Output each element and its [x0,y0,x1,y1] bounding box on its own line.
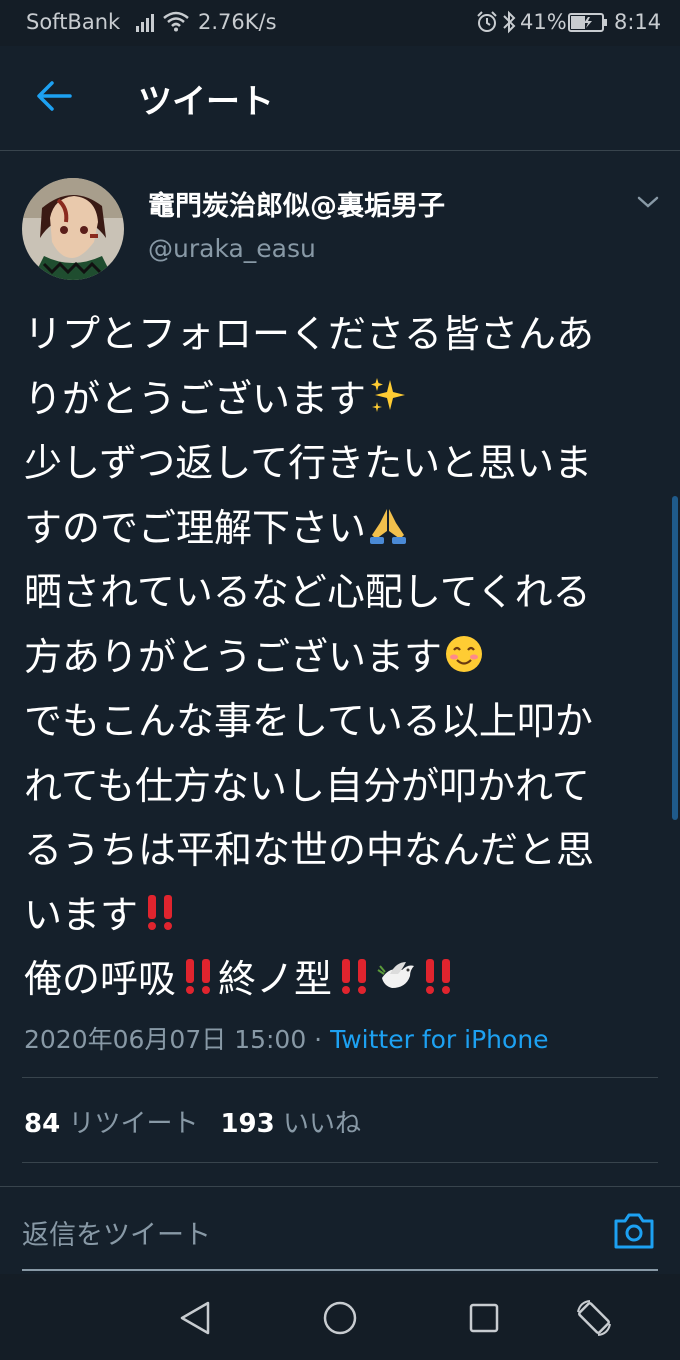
tweet-line: でもこんな事をしている以上叩か [24,699,593,743]
tweet-stats: 84 リツイート 193 いいね [24,1103,361,1140]
battery-percent: 41% [520,10,567,34]
avatar[interactable] [22,178,124,280]
status-bar: SoftBank 2.76K/s 41% 8:14 [0,0,680,46]
user-handle[interactable]: @uraka_easu [148,234,316,263]
alarm-icon [477,11,497,32]
tweet-line: るうちは平和な世の中なんだと思 [24,828,595,872]
bluetooth-icon [503,10,516,34]
double-exclamation-emoji-icon [342,959,367,994]
tweet-text: リプとフォローくださる皆さんあ りがとうございます 少しずつ返して行きたいと思い… [24,302,664,1012]
nav-home-icon[interactable] [322,1300,358,1336]
carrier-name: SoftBank [26,10,121,34]
scrollbar[interactable] [672,496,678,820]
double-exclamation-emoji-icon [186,959,211,994]
tweet-source-link[interactable]: Twitter for iPhone [330,1025,548,1054]
display-name[interactable]: 竈門炭治郎似@裏垢男子 [148,184,445,223]
tweet-line: 俺の呼吸 終ノ型 [24,947,664,1012]
divider [22,1077,658,1078]
smiling-face-emoji-icon [446,635,483,672]
wifi-icon [163,11,189,32]
tweet-timestamp: 2020年06月07日 15:00 · Twitter for iPhone [24,1020,549,1056]
double-exclamation-emoji-icon [426,959,451,994]
reply-bar: 返信をツイート [0,1186,680,1274]
back-arrow-icon[interactable] [36,80,72,112]
tweet-line: 晒されているなど心配してくれる [24,570,591,614]
battery-icon [568,13,607,32]
reply-input-underline [22,1269,658,1271]
like-stat[interactable]: 193 いいね [220,1109,361,1139]
dove-emoji-icon [377,962,415,988]
tweet-line: います [24,883,664,948]
rotate-screen-icon[interactable] [574,1298,614,1338]
tweet-line: りがとうございます [24,367,664,432]
retweet-stat[interactable]: 84 リツイート [24,1109,198,1139]
clock: 8:14 [614,10,662,34]
network-speed: 2.76K/s [198,10,277,34]
chevron-down-icon[interactable] [636,194,660,210]
tweet-line: 方ありがとうございます [24,625,664,690]
tweet-line: すのでご理解下さい [24,496,664,561]
like-count: 193 [220,1109,275,1139]
camera-icon[interactable] [612,1211,656,1251]
retweet-count: 84 [24,1109,61,1139]
like-label: いいね [283,1109,362,1139]
app-header: ツイート [0,46,680,151]
nav-back-icon[interactable] [178,1300,212,1336]
tweet-line: れても仕方ないし自分が叩かれて [24,763,590,808]
nav-recent-apps-icon[interactable] [468,1302,500,1334]
tweet-line: リプとフォローくださる皆さんあ [24,312,595,356]
reply-input[interactable]: 返信をツイート [22,1213,211,1252]
timestamp-text: 2020年06月07日 15:00 · [24,1025,331,1054]
divider [22,1162,658,1163]
double-exclamation-emoji-icon [148,894,173,930]
system-nav-bar [0,1274,680,1360]
tweet-line: 少しずつ返して行きたいと思いま [24,441,593,485]
retweet-label: リツイート [68,1109,199,1139]
signal-icon [136,14,154,32]
sparkles-emoji-icon [371,377,406,412]
page-title: ツイート [138,82,274,122]
folded-hands-emoji-icon [370,508,407,544]
